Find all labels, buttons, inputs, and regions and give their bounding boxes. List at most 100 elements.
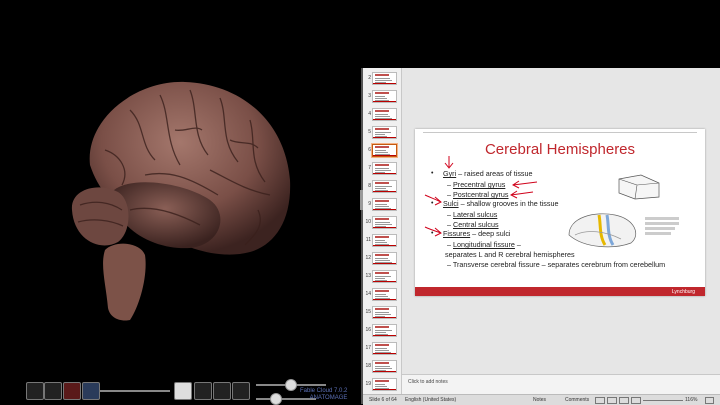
thumbnail-text-line	[375, 222, 390, 223]
thumbnail-text-line	[375, 80, 392, 81]
thumbnail-text-line	[375, 206, 389, 207]
thumbnail-footer-bar	[373, 389, 396, 390]
layers-icon[interactable]	[194, 382, 212, 400]
slide-thumbnail[interactable]	[372, 180, 397, 193]
thumbnail-title-mark	[375, 290, 389, 292]
comments-button[interactable]: Comments	[565, 397, 589, 403]
brain-3d-model[interactable]	[60, 70, 300, 325]
pen-tool-icon[interactable]	[44, 382, 62, 400]
slide-thumbnail[interactable]	[372, 324, 397, 337]
fit-slide-icon[interactable]	[705, 397, 714, 404]
thumbnail-text-line	[375, 278, 385, 279]
slide-thumbnail[interactable]	[372, 360, 397, 373]
thumbnail-text-line	[375, 240, 385, 241]
cube-view-icon[interactable]	[174, 382, 192, 400]
thumbnail-text-line	[375, 132, 391, 133]
slide-thumbnail[interactable]	[372, 270, 397, 283]
slide-thumbnail[interactable]	[372, 126, 397, 139]
notes-placeholder[interactable]: Click to add notes	[408, 379, 448, 385]
thumbnail-title-mark	[375, 164, 389, 166]
brand-name: ANATOMAGE	[309, 395, 348, 401]
thumbnail-text-line	[375, 170, 391, 171]
current-slide[interactable]: Cerebral Hemispheres • Gyri – raised are…	[415, 129, 705, 296]
slide-thumbnail[interactable]	[372, 288, 397, 301]
scalpel-tool-icon[interactable]	[82, 382, 100, 400]
thumbnail-footer-bar	[373, 299, 396, 300]
thumbnail-text-line	[375, 78, 390, 79]
opacity-slider[interactable]	[100, 390, 170, 392]
language-indicator[interactable]: English (United States)	[405, 397, 456, 403]
thumbnail-footer-bar	[373, 209, 396, 210]
slice-slider-knob[interactable]	[270, 393, 282, 405]
help-icon[interactable]	[213, 382, 231, 400]
notes-button[interactable]: Notes	[533, 397, 546, 403]
slide-thumbnail[interactable]	[372, 90, 397, 103]
thumbnail-text-line	[375, 348, 387, 349]
thumbnail-text-line	[375, 366, 390, 367]
thumbnail-title-mark	[375, 92, 389, 94]
thumbnail-title-mark	[375, 74, 389, 76]
thumbnail-number: 10	[365, 219, 371, 225]
slide-thumbnail[interactable]	[372, 216, 397, 229]
thumbnail-text-line	[375, 296, 388, 297]
thumbnail-text-line	[375, 294, 386, 295]
thumbnail-title-mark	[375, 110, 389, 112]
thumbnail-title-mark	[375, 254, 389, 256]
slide-footer-bar: Lynchburg	[415, 287, 705, 296]
thumbnail-number: 14	[365, 291, 371, 297]
normal-view-icon[interactable]	[595, 397, 605, 404]
slide-thumbnail[interactable]	[372, 144, 397, 157]
slideshow-icon[interactable]	[631, 397, 641, 404]
ink-annotations	[424, 156, 538, 237]
zoom-level[interactable]: 116%	[685, 397, 697, 403]
thumbnail-text-line	[375, 330, 392, 331]
thumbnail-text-line	[375, 242, 387, 243]
thumbnail-text-line	[375, 386, 387, 387]
slide-thumbnail[interactable]	[372, 378, 397, 391]
slide-thumbnail[interactable]	[372, 306, 397, 319]
thumbnail-number: 18	[365, 363, 371, 369]
legend-line	[645, 227, 675, 230]
thumbnail-title-mark	[375, 326, 389, 328]
slide-thumbnail[interactable]	[372, 234, 397, 247]
thumbnail-number: 8	[368, 183, 371, 189]
thumbnail-text-line	[375, 258, 388, 259]
thumbnail-title-mark	[375, 146, 389, 148]
zoom-slider-knob[interactable]	[285, 379, 297, 391]
status-bar: Slide 6 of 64 English (United States) No…	[363, 394, 720, 405]
thumbnail-text-line	[375, 150, 386, 151]
reading-view-icon[interactable]	[619, 397, 629, 404]
slide-counter: Slide 6 of 64	[369, 397, 397, 403]
thumbnail-text-line	[375, 134, 385, 135]
thumbnail-footer-bar	[373, 353, 396, 354]
thumbnail-text-line	[375, 168, 389, 169]
slide-thumbnail[interactable]	[372, 108, 397, 121]
eye-icon[interactable]	[232, 382, 250, 400]
thumbnail-footer-bar	[373, 317, 396, 318]
slide-thumbnail-pane[interactable]: 2 3 4 5 6 7 8 9 10 11 12 13 14 15 16 17 18 19	[363, 68, 402, 394]
red-pen-tool-icon[interactable]	[63, 382, 81, 400]
thumbnail-footer-bar	[373, 263, 396, 264]
slide-thumbnail[interactable]	[372, 342, 397, 355]
thumbnail-text-line	[375, 98, 387, 99]
slide-logo: Lynchburg	[671, 289, 695, 295]
thumbnail-text-line	[375, 204, 387, 205]
thumbnail-text-line	[375, 188, 386, 189]
slide-thumbnail[interactable]	[372, 162, 397, 175]
thumbnail-text-line	[375, 116, 390, 117]
thumbnail-title-mark	[375, 236, 389, 238]
slide-thumbnail[interactable]	[372, 252, 397, 265]
thumbnail-title-mark	[375, 344, 389, 346]
zoom-slider[interactable]	[643, 400, 683, 401]
line-tool-icon[interactable]	[26, 382, 44, 400]
brain-lobes-diagram	[568, 213, 636, 248]
thumbnail-title-mark	[375, 200, 389, 202]
thumbnail-number: 4	[368, 111, 371, 117]
thumbnail-text-line	[375, 384, 385, 385]
slide-thumbnail[interactable]	[372, 72, 397, 85]
sorter-view-icon[interactable]	[607, 397, 617, 404]
anatomy-3d-viewer[interactable]: Fable Cloud 7.0.2 ANATOMAGE	[0, 0, 362, 405]
thumbnail-text-line	[375, 368, 392, 369]
notes-pane[interactable]: Click to add notes	[402, 374, 720, 395]
slide-thumbnail[interactable]	[372, 198, 397, 211]
